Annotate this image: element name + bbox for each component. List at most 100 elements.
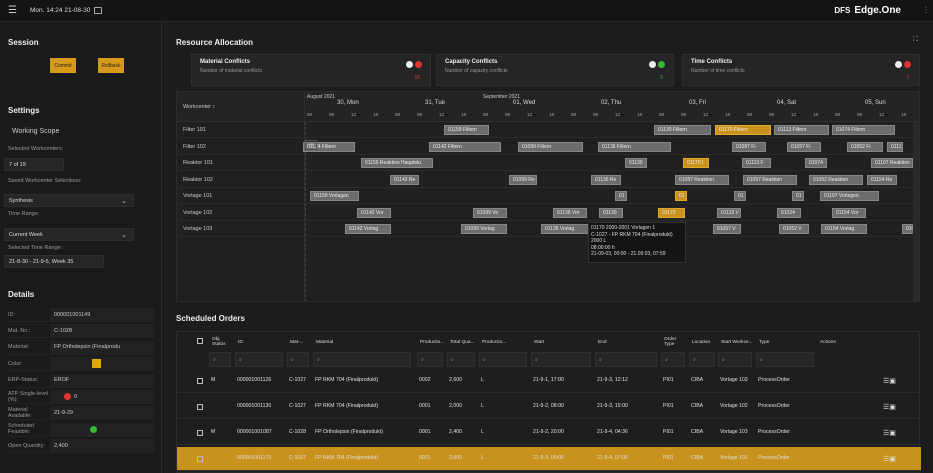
list-actions-icon[interactable]: ☰▣ xyxy=(883,403,896,411)
order-bar[interactable]: 01159 Filtern xyxy=(444,125,489,135)
rollback-button[interactable]: Rollback xyxy=(98,58,124,73)
collapse-left-icon[interactable]: ‹≡ xyxy=(305,140,317,150)
order-bar[interactable]: 01074 xyxy=(805,158,827,168)
order-bar[interactable]: 01052 Fi xyxy=(847,141,883,152)
time-conflicts-card[interactable]: Time Conflicts Number of time conflicts … xyxy=(682,54,920,86)
column-filter-input[interactable]: ⌕ xyxy=(718,352,752,367)
order-bar[interactable]: 01113 F xyxy=(742,158,771,168)
column-header[interactable]: Location xyxy=(689,332,717,352)
order-bar[interactable]: 01099 Vo xyxy=(473,207,507,218)
order-bar[interactable]: 01113 V xyxy=(717,207,741,218)
order-bar[interactable]: 01142 Re xyxy=(390,174,419,185)
order-bar[interactable]: 01052 Reaktion xyxy=(809,174,863,185)
column-filter-input[interactable]: ⌕ xyxy=(447,352,475,367)
column-header[interactable]: Productio... xyxy=(479,332,529,352)
calendar-icon[interactable] xyxy=(94,7,103,14)
column-filter-input[interactable]: ⌕ xyxy=(661,352,685,367)
row-checkbox[interactable] xyxy=(197,430,203,436)
column-header[interactable]: Mat-... xyxy=(287,332,311,352)
order-bar[interactable]: 01099 Filtern xyxy=(518,141,583,152)
column-filter-input[interactable]: ⌕ xyxy=(595,352,657,367)
order-bar[interactable]: 01136 Re xyxy=(591,174,621,185)
order-bar[interactable]: 01154 Vor xyxy=(832,207,866,218)
column-header[interactable]: Obj Status xyxy=(209,332,233,352)
gantt-chart[interactable]: Workcenter ↕ August 2021 September 2021 … xyxy=(176,91,920,302)
order-bar[interactable]: 01099 Vorlag xyxy=(461,224,507,234)
saved-selection-dropdown[interactable]: Synthesis ⌄ xyxy=(4,194,134,207)
order-bar[interactable]: 01159 Vorlagen xyxy=(310,191,359,201)
order-bar[interactable]: 01142 Filtern xyxy=(429,141,501,152)
column-filter-input[interactable]: ⌕ xyxy=(756,352,814,367)
order-bar[interactable]: 01024 xyxy=(777,207,801,218)
table-row[interactable]: M 000001001087 C-1028 FP Ortholepsin (Final… xyxy=(177,421,921,445)
order-bar[interactable]: 01154 Vorlag xyxy=(821,224,867,234)
order-bar[interactable]: 01 xyxy=(615,191,627,201)
material-conflicts-card[interactable]: Material Conflicts Number of material co… xyxy=(191,54,431,86)
order-bar[interactable]: 01052 V xyxy=(779,224,809,234)
order-bar[interactable]: 01107 Reaktion xyxy=(871,158,913,168)
select-all-checkbox[interactable] xyxy=(197,338,203,344)
order-bar[interactable]: 01099 Re xyxy=(509,174,537,185)
order-bar[interactable]: 01170 xyxy=(658,207,685,218)
expand-icon[interactable]: ⛶ xyxy=(913,36,918,44)
sliders-icon[interactable]: ⫶ xyxy=(925,5,927,16)
order-bar[interactable]: 01142 Vor xyxy=(357,207,391,218)
table-row[interactable]: 000001001170 C-1027 FP RKM 704 (Finalprodu… xyxy=(177,447,921,471)
order-bar[interactable]: 01154 Re xyxy=(867,174,897,185)
column-filter-input[interactable]: ⌕ xyxy=(479,352,527,367)
time-range-dropdown[interactable]: Current Week ⌄ xyxy=(4,228,134,241)
table-row[interactable]: M 000001001126 C-1027 FP RKM 704 (Finalprod… xyxy=(177,369,921,393)
column-header[interactable]: Start Workce... xyxy=(718,332,754,352)
row-checkbox[interactable] xyxy=(197,378,203,384)
order-bar[interactable]: 01 xyxy=(792,191,804,201)
list-actions-icon[interactable]: ☰▣ xyxy=(883,455,896,463)
order-bar[interactable]: 01074 Filtern xyxy=(832,125,895,135)
order-bar[interactable]: 01107 Vorlagen xyxy=(820,191,879,201)
column-filter-input[interactable]: ⌕ xyxy=(313,352,411,367)
column-header[interactable]: Start xyxy=(531,332,593,352)
order-bar[interactable]: 01159 Reaktion Hauptstu xyxy=(361,158,433,168)
column-header[interactable]: Productio... xyxy=(417,332,445,352)
capacity-conflicts-card[interactable]: Capacity Conflicts Number of capacity co… xyxy=(436,54,674,86)
column-header[interactable]: Material xyxy=(313,332,413,352)
list-actions-icon[interactable]: ☰▣ xyxy=(883,377,896,385)
order-bar[interactable]: 01057 V xyxy=(713,224,741,234)
table-row[interactable]: 000001001130 C-1027 FP RKM 704 (Finalprodu… xyxy=(177,395,921,419)
order-bar[interactable]: 01113 Filtern xyxy=(774,125,829,135)
column-header[interactable]: ID xyxy=(235,332,285,352)
order-bar[interactable]: 01130 xyxy=(599,207,623,218)
order-bar[interactable]: 01170 I xyxy=(683,158,709,168)
selected-time-range-value: 21-8-30 - 21-9-5, Week 35 xyxy=(4,255,104,268)
order-bar[interactable]: 01136 Vor xyxy=(553,207,587,218)
order-bar[interactable]: 01136 Vorlag xyxy=(541,224,591,234)
order-bar[interactable]: 01057 Reaktion xyxy=(743,174,797,185)
row-checkbox[interactable] xyxy=(197,404,203,410)
column-header[interactable]: End xyxy=(595,332,659,352)
order-bar[interactable]: 01 xyxy=(734,191,746,201)
column-filter-input[interactable]: ⌕ xyxy=(689,352,715,367)
column-header[interactable]: Total Qua... xyxy=(447,332,477,352)
order-bar[interactable]: 01130 xyxy=(625,158,647,168)
gantt-scrollbar[interactable] xyxy=(913,122,919,301)
column-header[interactable]: Actions xyxy=(817,332,877,352)
order-bar[interactable]: 01170 Filtern xyxy=(715,125,771,135)
column-filter-input[interactable]: ⌕ xyxy=(531,352,591,367)
column-filter-input[interactable]: ⌕ xyxy=(287,352,309,367)
order-bar[interactable]: 01142 Vorlag xyxy=(345,224,391,234)
order-bar[interactable]: 01136 Filtern xyxy=(598,141,671,152)
row-checkbox[interactable] xyxy=(197,456,203,462)
order-bar[interactable]: 01130 Filtern xyxy=(654,125,711,135)
order-bar[interactable]: 01 xyxy=(675,191,687,201)
column-filter-input[interactable]: ⌕ xyxy=(209,352,231,367)
commit-button[interactable]: Commit xyxy=(50,58,76,73)
order-bar[interactable]: 01087 Fi xyxy=(732,141,766,152)
column-filter-input[interactable]: ⌕ xyxy=(417,352,443,367)
column-header[interactable]: Order Type xyxy=(661,332,687,352)
list-actions-icon[interactable]: ☰▣ xyxy=(883,429,896,437)
order-bar[interactable]: 0111 xyxy=(887,141,903,152)
column-header[interactable]: Type xyxy=(756,332,816,352)
column-filter-input[interactable]: ⌕ xyxy=(235,352,283,367)
hamburger-menu-icon[interactable]: ☰ xyxy=(8,5,22,16)
order-bar[interactable]: 01057 Fi xyxy=(787,141,821,152)
order-bar[interactable]: 01087 Reaktion xyxy=(675,174,729,185)
